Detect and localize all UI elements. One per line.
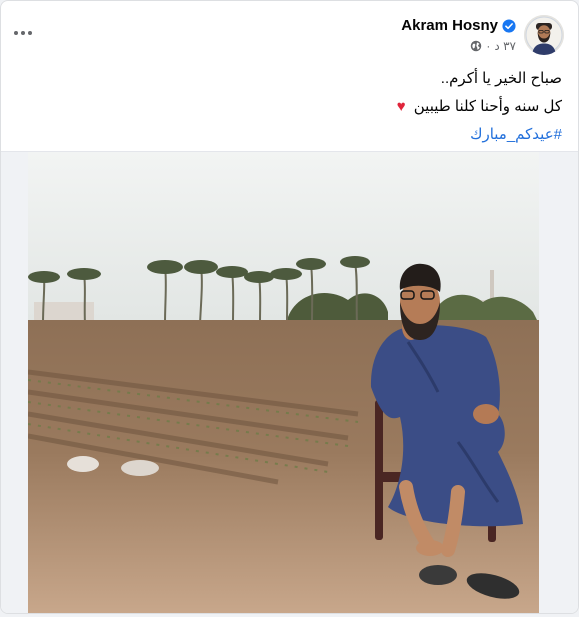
post-meta: · ٣٧ د [470, 39, 516, 53]
post-text: صباح الخير يا أكرم.. كل سنه وأحنا كلنا ط… [22, 65, 562, 149]
post-text-line-with-heart: كل سنه وأحنا كلنا طيبين ♥ [22, 93, 562, 121]
more-options-button[interactable] [11, 23, 35, 43]
post-photo[interactable] [28, 152, 539, 614]
more-dot-icon [14, 31, 18, 35]
more-dot-icon [28, 31, 32, 35]
avatar-image [524, 15, 564, 55]
post-card: Akram Hosny · ٣٧ د صباح الخير يا أكرم.. … [0, 0, 579, 614]
red-heart-icon: ♥ [396, 98, 406, 115]
post-photo-container [1, 151, 578, 614]
meta-separator: · [486, 39, 491, 53]
post-header: Akram Hosny · ٣٧ د [1, 1, 578, 59]
hashtag-link[interactable]: #عيدكم_مبارك [22, 121, 562, 149]
more-dot-icon [21, 31, 25, 35]
verified-badge-icon [502, 18, 516, 33]
globe-icon[interactable] [470, 40, 482, 52]
post-text-line: صباح الخير يا أكرم.. [440, 70, 562, 87]
post-time[interactable]: ٣٧ د [494, 39, 516, 53]
post-text-line: كل سنه وأحنا كلنا طيبين [413, 98, 562, 115]
author-line: Akram Hosny [401, 17, 516, 34]
author-avatar[interactable] [524, 15, 564, 55]
author-name[interactable]: Akram Hosny [401, 17, 498, 34]
